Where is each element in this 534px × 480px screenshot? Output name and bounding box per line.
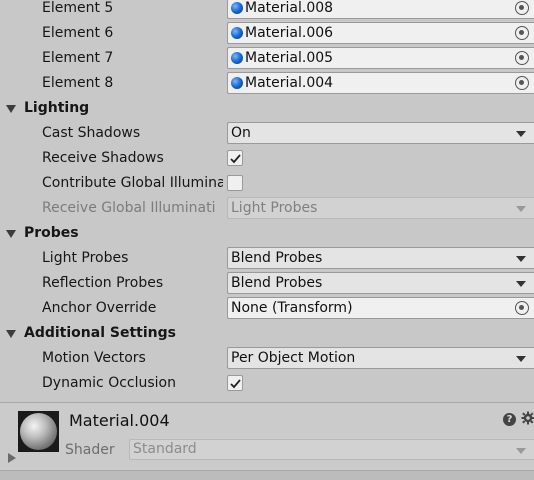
element-label: Element 7 [42, 50, 114, 66]
material-element-row: Element 5 Material.008 [0, 0, 534, 21]
object-picker-icon[interactable] [515, 1, 529, 15]
receive-gi-label: Receive Global Illuminati [42, 200, 216, 216]
material-name: Material.004 [69, 411, 170, 430]
checkmark-icon [230, 379, 241, 389]
dynamic-occlusion-label: Dynamic Occlusion [42, 375, 176, 391]
material-value: Material.006 [245, 25, 334, 41]
contribute-gi-label: Contribute Global Illumina [42, 175, 223, 191]
material-preview[interactable] [18, 411, 59, 452]
light-probes-value: Blend Probes [231, 250, 323, 266]
cast-shadows-label: Cast Shadows [42, 125, 141, 141]
light-probes-row: Light Probes Blend Probes [0, 246, 534, 271]
object-picker-icon[interactable] [515, 26, 529, 40]
anchor-override-field[interactable]: None (Transform) [227, 297, 534, 319]
motion-vectors-label: Motion Vectors [42, 350, 146, 366]
additional-settings-title: Additional Settings [24, 325, 176, 341]
lighting-foldout[interactable]: Lighting [0, 96, 534, 121]
material-element-row: Element 6 Material.006 [0, 21, 534, 46]
material-value: Material.004 [245, 75, 334, 91]
dropdown-arrow-icon [516, 356, 526, 362]
material-value: Material.005 [245, 50, 334, 66]
anchor-override-label: Anchor Override [42, 300, 157, 316]
probes-title: Probes [24, 225, 79, 241]
dropdown-arrow-icon [516, 256, 526, 262]
help-icon[interactable]: ? [503, 413, 516, 426]
contribute-gi-checkbox[interactable] [227, 175, 243, 191]
material-element-row: Element 7 Material.005 [0, 46, 534, 71]
foldout-arrow-icon[interactable] [6, 230, 16, 238]
material-element-row: Element 8 Material.004 [0, 71, 534, 96]
receive-gi-dropdown: Light Probes [227, 197, 534, 219]
material-icon [231, 52, 243, 64]
reflection-probes-label: Reflection Probes [42, 275, 164, 291]
material-object-field[interactable]: Material.006 [227, 22, 534, 44]
motion-vectors-dropdown[interactable]: Per Object Motion [227, 347, 534, 369]
shader-label: Shader [65, 442, 115, 458]
cast-shadows-dropdown[interactable]: On [227, 122, 534, 144]
shader-value: Standard [133, 441, 197, 457]
reflection-probes-row: Reflection Probes Blend Probes [0, 271, 534, 296]
lighting-title: Lighting [24, 100, 90, 116]
cast-shadows-value: On [231, 125, 251, 141]
dynamic-occlusion-checkbox[interactable] [227, 375, 243, 391]
material-icon [231, 2, 243, 14]
checkmark-icon [230, 154, 241, 164]
element-label: Element 6 [42, 25, 114, 41]
receive-shadows-checkbox[interactable] [227, 150, 243, 166]
material-value: Material.008 [245, 0, 334, 16]
object-picker-icon[interactable] [515, 76, 529, 90]
motion-vectors-value: Per Object Motion [231, 350, 356, 366]
additional-settings-foldout[interactable]: Additional Settings [0, 321, 534, 346]
dropdown-arrow-icon [516, 131, 526, 137]
receive-gi-value: Light Probes [231, 200, 318, 216]
anchor-override-row: Anchor Override None (Transform) [0, 296, 534, 321]
reflection-probes-dropdown[interactable]: Blend Probes [227, 272, 534, 294]
light-probes-dropdown[interactable]: Blend Probes [227, 247, 534, 269]
dropdown-arrow-icon [516, 206, 526, 212]
probes-foldout[interactable]: Probes [0, 221, 534, 246]
foldout-arrow-icon[interactable] [6, 330, 16, 338]
receive-shadows-label: Receive Shadows [42, 150, 164, 166]
footer-strip [0, 470, 534, 480]
material-object-field[interactable]: Material.005 [227, 47, 534, 69]
reflection-probes-value: Blend Probes [231, 275, 323, 291]
dropdown-arrow-icon [516, 448, 526, 454]
material-icon [231, 77, 243, 89]
gear-icon[interactable] [521, 411, 534, 425]
receive-gi-row: Receive Global Illuminati Light Probes [0, 196, 534, 221]
dynamic-occlusion-row: Dynamic Occlusion [0, 371, 534, 396]
material-object-field[interactable]: Material.008 [227, 0, 534, 19]
element-label: Element 5 [42, 0, 114, 16]
contribute-gi-row: Contribute Global Illumina [0, 171, 534, 196]
shader-dropdown: Standard [129, 439, 534, 460]
material-object-field[interactable]: Material.004 [227, 72, 534, 94]
cast-shadows-row: Cast Shadows On [0, 121, 534, 146]
light-probes-label: Light Probes [42, 250, 129, 266]
dropdown-arrow-icon [516, 281, 526, 287]
object-picker-icon[interactable] [515, 51, 529, 65]
material-sphere-icon [20, 413, 57, 450]
anchor-override-value: None (Transform) [231, 300, 353, 316]
material-header: Material.004 ? Shader Standard [0, 402, 534, 470]
motion-vectors-row: Motion Vectors Per Object Motion [0, 346, 534, 371]
object-picker-icon[interactable] [515, 301, 529, 315]
receive-shadows-row: Receive Shadows [0, 146, 534, 171]
expand-arrow-icon[interactable] [8, 453, 16, 463]
element-label: Element 8 [42, 75, 114, 91]
material-icon [231, 27, 243, 39]
foldout-arrow-icon[interactable] [6, 105, 16, 113]
